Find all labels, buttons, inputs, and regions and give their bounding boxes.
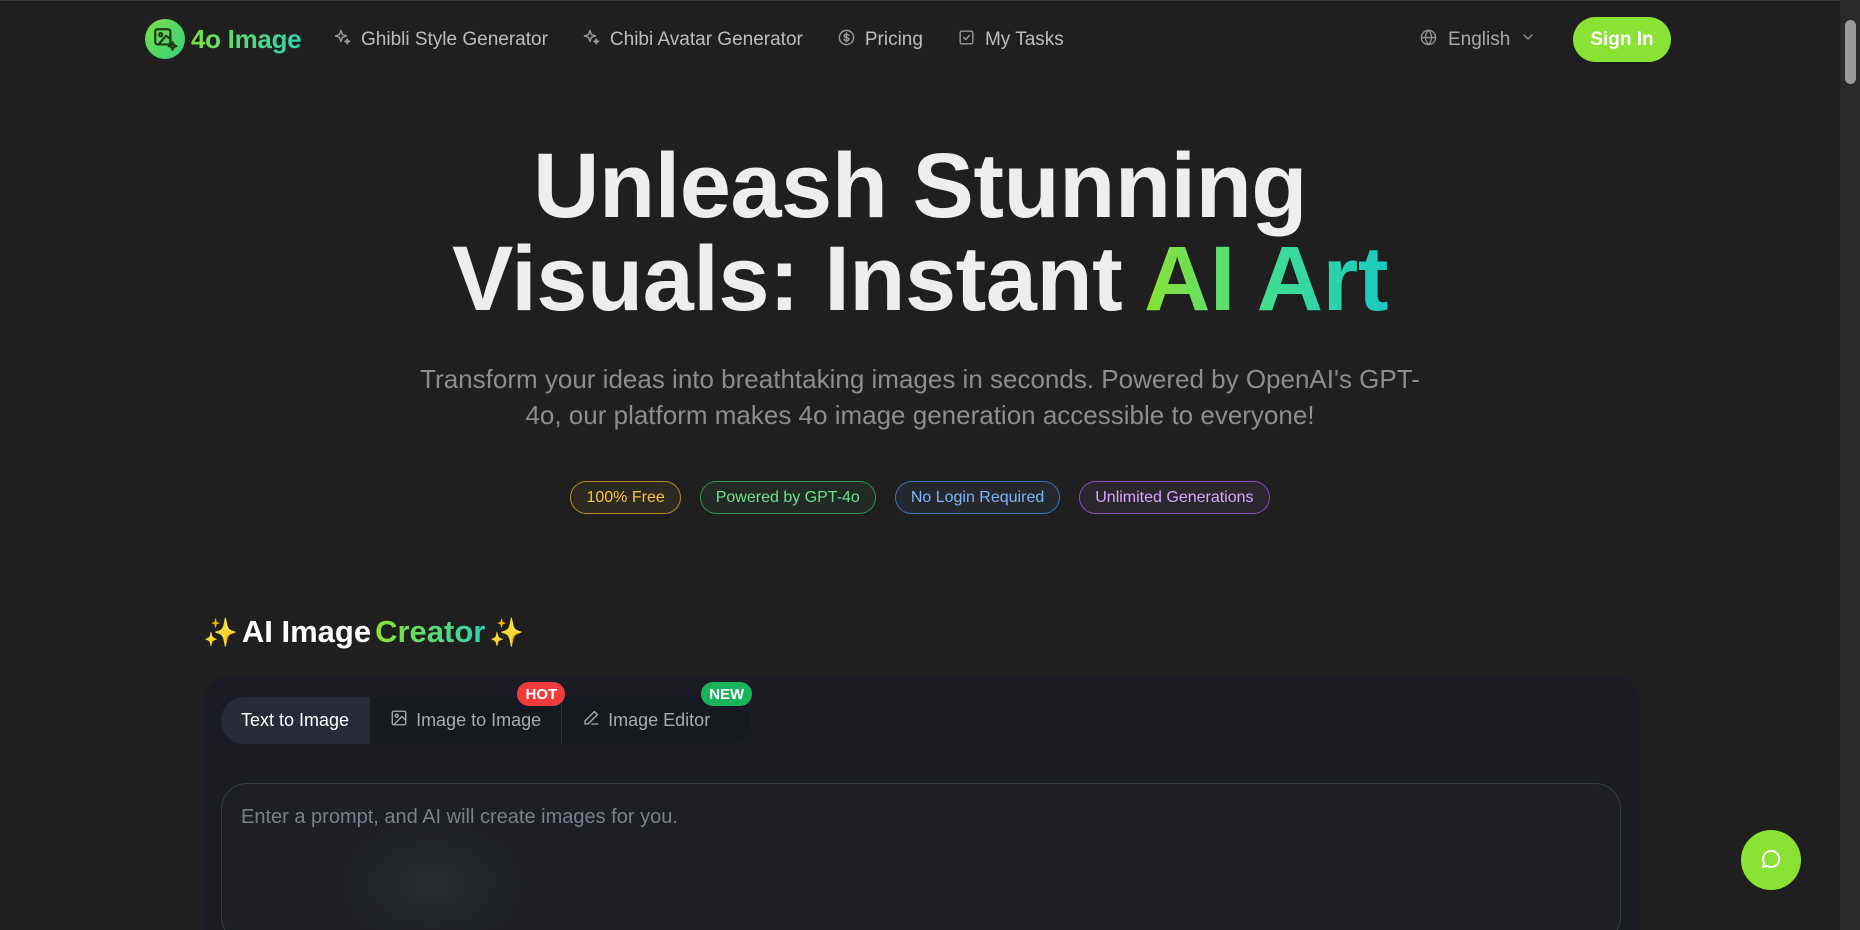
- hero-title-line2: Visuals: Instant: [452, 228, 1144, 330]
- nav-pricing[interactable]: Pricing: [837, 28, 923, 53]
- nav-ghibli-generator[interactable]: Ghibli Style Generator: [333, 28, 548, 53]
- creator-heading: ✨ AI Image Creator ✨: [203, 612, 524, 652]
- badge-free: 100% Free: [570, 481, 681, 514]
- checkbox-icon: [957, 28, 976, 53]
- language-selector[interactable]: English: [1419, 23, 1536, 57]
- sparkles-icon: [333, 28, 352, 53]
- hot-tag: HOT: [517, 682, 566, 706]
- brand-name: 4o Image: [191, 23, 302, 54]
- sparkle-left-icon: ✨: [203, 616, 238, 648]
- chevron-down-icon: [1520, 29, 1536, 51]
- dollar-circle-icon: [837, 28, 856, 53]
- creator-title: AI Image: [241, 614, 372, 649]
- tab-label: Image Editor: [608, 710, 711, 730]
- new-tag: NEW: [701, 682, 753, 706]
- tab-image-editor[interactable]: Image Editor NEW: [562, 682, 753, 744]
- prompt-input[interactable]: [221, 783, 1621, 930]
- nav-link-label: Ghibli Style Generator: [361, 29, 548, 50]
- sparkle-right-icon: ✨: [489, 616, 525, 648]
- image-icon: [390, 709, 408, 732]
- page-scrollbar[interactable]: [1840, 0, 1860, 930]
- language-label: English: [1448, 29, 1511, 50]
- tab-label: Image to Image: [416, 710, 542, 730]
- nav-chibi-generator[interactable]: Chibi Avatar Generator: [582, 28, 803, 53]
- pencil-icon: [582, 709, 600, 732]
- creator-title-accent: Creator: [375, 614, 486, 649]
- nav-link-label: My Tasks: [984, 29, 1064, 50]
- badge-no-login: No Login Required: [894, 481, 1061, 514]
- nav-my-tasks[interactable]: My Tasks: [957, 28, 1064, 53]
- hero-subtitle: Transform your ideas into breathtaking i…: [420, 364, 1420, 430]
- chat-support-button[interactable]: [1741, 830, 1801, 890]
- sign-in-button[interactable]: Sign In: [1573, 17, 1671, 62]
- hero-title-accent: AI Art: [1143, 228, 1389, 330]
- globe-icon: [1419, 28, 1438, 53]
- tab-text-to-image[interactable]: Text to Image: [221, 697, 371, 744]
- nav-link-label: Chibi Avatar Generator: [609, 29, 803, 50]
- hero-title-line1: Unleash Stunning: [533, 135, 1308, 237]
- brand-logo[interactable]: 4o Image: [145, 19, 302, 59]
- tab-image-to-image[interactable]: Image to Image HOT: [370, 682, 566, 744]
- badge-unlimited: Unlimited Generations: [1079, 481, 1270, 514]
- hero-title: Unleash Stunning Visuals: Instant AI Art: [0, 140, 1840, 326]
- badge-powered-by: Powered by GPT-4o: [699, 481, 876, 514]
- nav-links: Ghibli Style Generator Chibi Avatar Gene…: [333, 23, 1064, 57]
- sparkles-icon: [582, 28, 601, 53]
- top-navbar: 4o Image Ghibli Style Generator Chibi Av…: [0, 0, 1840, 76]
- creator-mode-tabs: Text to Image Image to Image HOT Image E…: [221, 682, 753, 744]
- scrollbar-thumb[interactable]: [1845, 20, 1856, 84]
- feature-badges: 100% Free Powered by GPT-4o No Login Req…: [0, 481, 1840, 514]
- tab-label: Text to Image: [241, 710, 350, 730]
- chat-bubble-icon: [1759, 847, 1783, 874]
- logo-image-icon: [145, 19, 185, 59]
- nav-link-label: Pricing: [864, 29, 923, 50]
